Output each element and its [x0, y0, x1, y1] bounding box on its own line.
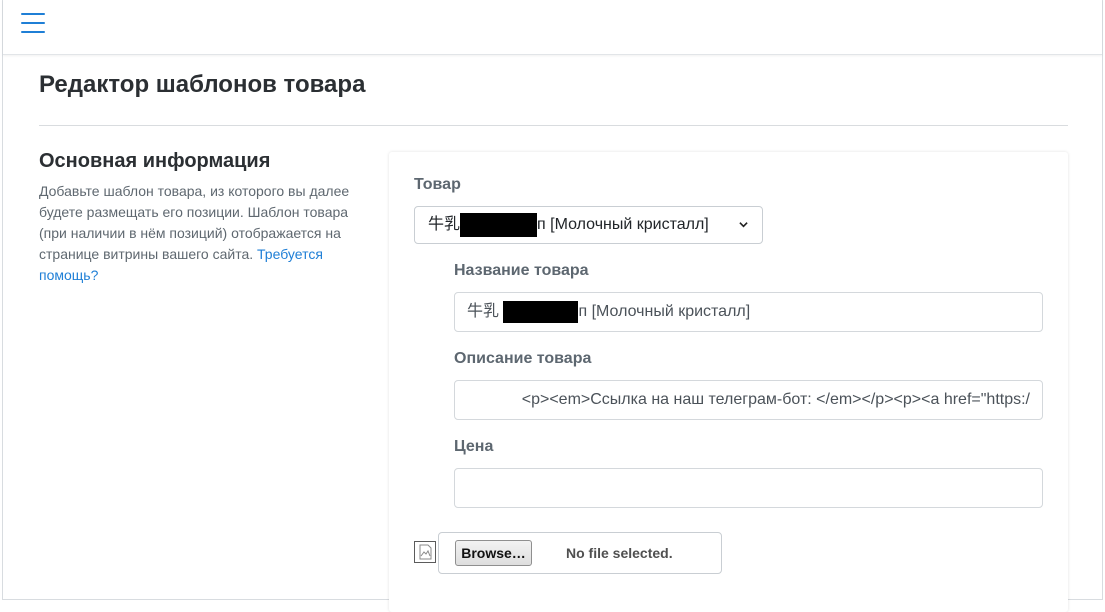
price-label: Цена — [454, 438, 494, 455]
name-label: Название товара — [454, 262, 589, 279]
product-description-input[interactable]: <p><em>Ссылка на наш телеграм-бот: </em>… — [454, 380, 1043, 420]
price-input[interactable] — [454, 468, 1043, 508]
chevron-down-icon — [739, 222, 748, 228]
product-select-suffix: п [Молочный кристалл] — [537, 216, 709, 233]
product-select-prefix: 牛乳 — [428, 216, 461, 233]
top-bar — [3, 0, 1102, 55]
product-name-input[interactable]: 牛乳 п [Молочный кристалл] — [454, 292, 1043, 332]
page-title: Редактор шаблонов товара — [39, 71, 366, 98]
divider — [39, 125, 1068, 126]
broken-image-icon — [414, 541, 436, 563]
product-select[interactable]: 牛乳 п [Молочный кристалл] — [414, 206, 763, 244]
product-name-prefix: 牛乳 — [467, 303, 500, 320]
product-name-suffix: п [Молочный кристалл] — [578, 303, 751, 320]
section-title: Основная информация — [39, 150, 271, 172]
file-status: No file selected. — [566, 545, 673, 561]
redacted-block — [503, 300, 579, 323]
hamburger-menu-icon[interactable] — [21, 13, 45, 33]
file-input[interactable]: Browse… No file selected. — [438, 532, 722, 574]
description-label: Описание товара — [454, 350, 592, 367]
section-description: Добавьте шаблон товара, из которого вы д… — [39, 181, 369, 286]
redacted-block — [460, 212, 538, 237]
product-label: Товар — [414, 176, 461, 193]
browse-button[interactable]: Browse… — [455, 540, 532, 566]
